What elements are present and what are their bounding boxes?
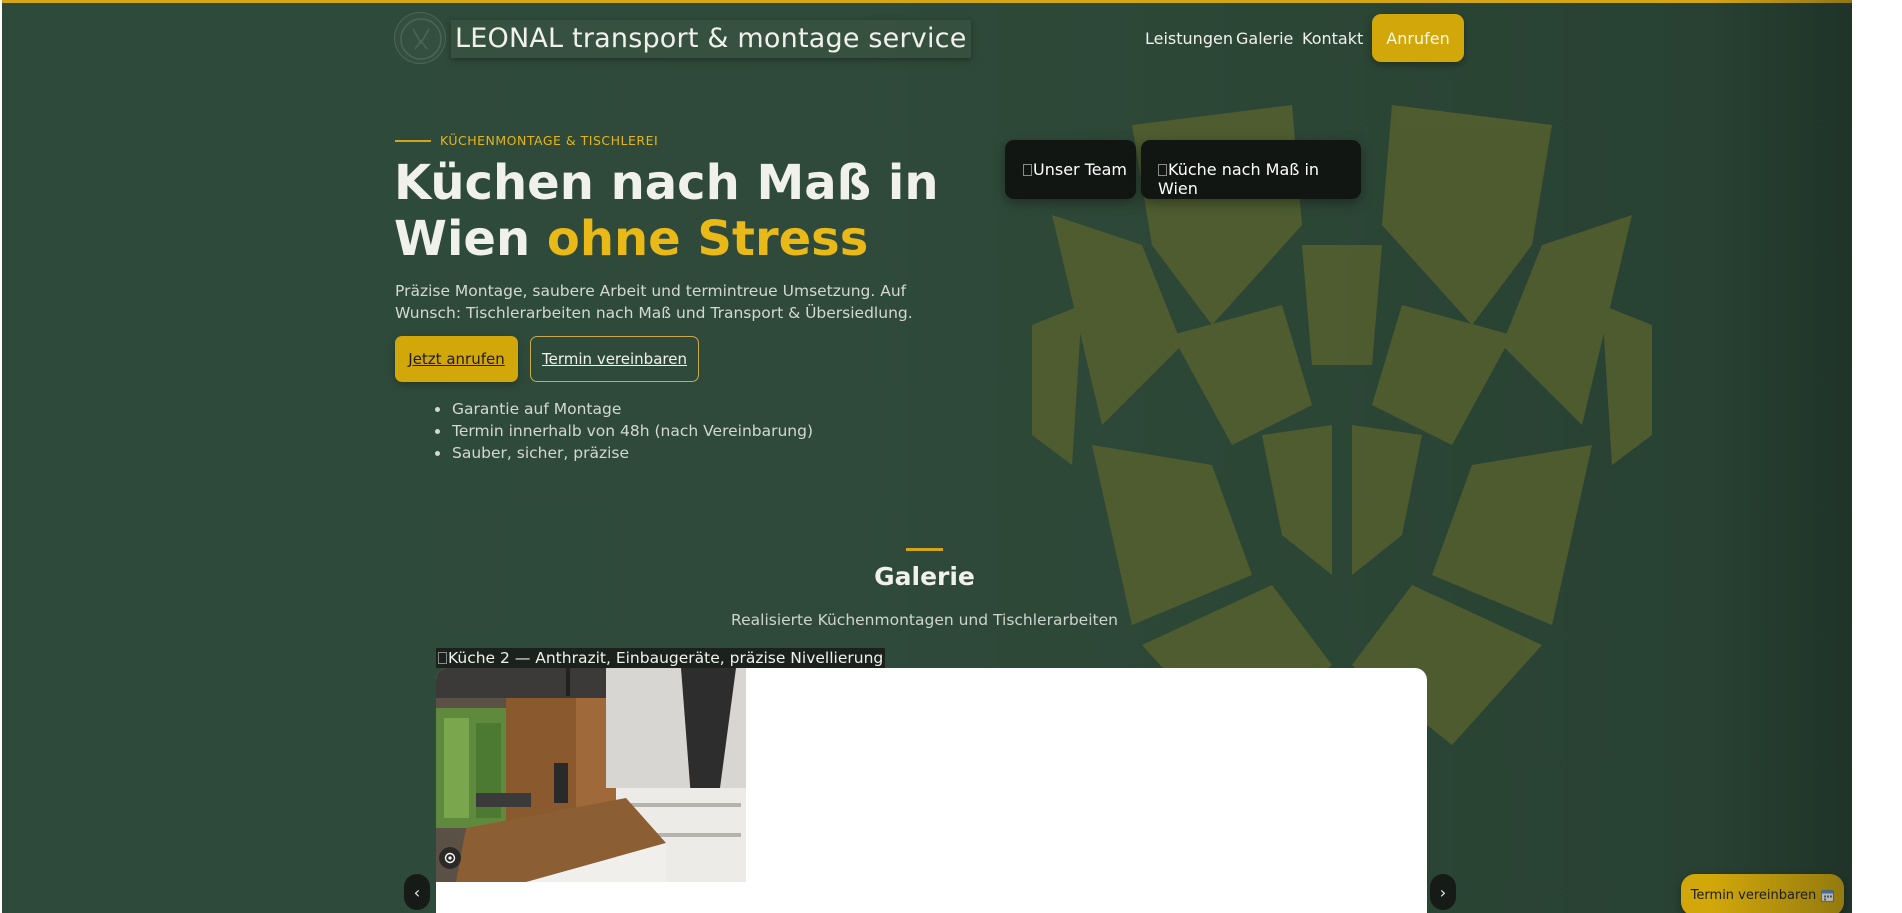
camera-icon [444, 852, 456, 864]
gallery-subtitle: Realisierte Küchenmontagen und Tischlera… [731, 611, 1118, 629]
team-image-placeholder: Unser Team [1005, 140, 1136, 199]
list-item: Termin innerhalb von 48h (nach Vereinbar… [434, 422, 814, 440]
team-image-alt: Unser Team [1033, 160, 1127, 179]
floating-appointment-label: Termin vereinbaren [1690, 887, 1817, 903]
gallery-caption-text: Küche 2 — Anthrazit, Einbaugeräte, präzi… [448, 649, 884, 667]
nav-link-leistungen[interactable]: Leistungen [1145, 29, 1233, 48]
book-appointment-button[interactable]: Termin vereinbaren [530, 336, 699, 382]
brand-name[interactable]: LEONAL transport & montage service [451, 20, 971, 58]
fullscreen-button[interactable] [439, 847, 461, 869]
broken-image-icon [1023, 164, 1032, 176]
hero-headline-accent: ohne Stress [546, 211, 869, 267]
hero-lead-text: Präzise Montage, saubere Arbeit und term… [395, 282, 913, 322]
gallery-title: Galerie [874, 562, 975, 591]
eyebrow-divider [395, 140, 431, 142]
hero-headline: Küchen nach Maß in Wien ohne Stress [394, 155, 954, 267]
gallery-prev-button[interactable]: ‹ [404, 874, 430, 910]
broken-image-icon [438, 652, 447, 664]
top-accent-bar [2, 0, 1852, 3]
call-now-button[interactable]: Jetzt anrufen [395, 336, 518, 382]
kitchen-image-placeholder: Küche nach Maß in Wien [1141, 140, 1361, 199]
kitchen-image-alt: Küche nach Maß in Wien [1158, 160, 1320, 198]
broken-image-icon [1158, 164, 1167, 176]
gallery-slide[interactable] [436, 668, 1427, 913]
nav-link-galerie[interactable]: Galerie [1236, 29, 1293, 48]
hero-eyebrow: KÜCHENMONTAGE & TISCHLEREI [440, 133, 659, 148]
calendar-icon [1821, 889, 1835, 902]
gallery-next-button[interactable]: › [1430, 874, 1456, 910]
list-item: Sauber, sicher, präzise [434, 442, 813, 464]
logo-icon[interactable] [394, 12, 446, 64]
gallery-divider [906, 548, 943, 551]
floating-appointment-button[interactable]: Termin vereinbaren [1681, 874, 1844, 913]
call-button[interactable]: Anrufen [1372, 14, 1464, 62]
nav-link-kontakt[interactable]: Kontakt [1302, 29, 1363, 48]
kitchen-photo[interactable] [436, 668, 746, 882]
gallery-image-caption: Küche 2 — Anthrazit, Einbaugeräte, präzi… [436, 648, 886, 668]
list-item: Garantie auf Montage [434, 398, 813, 420]
page-background: LEONAL transport & montage service Leist… [2, 0, 1852, 913]
benefits-list: Garantie auf Montage Termin innerhalb vo… [434, 398, 814, 464]
